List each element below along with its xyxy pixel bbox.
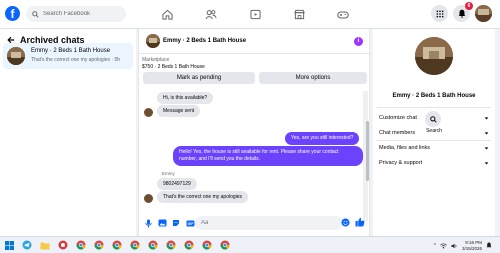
notifications-button[interactable]: 6 [453,2,473,22]
sender-avatar [144,194,153,203]
video-nav-icon[interactable] [233,0,277,29]
marketplace-nav-icon[interactable] [277,0,321,29]
chrome-icon[interactable] [75,239,87,251]
gaming-nav-icon[interactable] [321,0,365,29]
incoming-message: Message sent [157,105,201,117]
emoji-icon[interactable] [341,218,350,227]
mark-as-pending-button[interactable]: Mark as pending [143,72,255,84]
divider [377,140,491,141]
chrome-icon[interactable] [219,239,231,251]
outgoing-message: Hello! Yes, the house is still available… [173,146,363,166]
info-icon[interactable]: i [354,37,363,46]
grid-icon [436,10,443,17]
conversation-header: Emmy · 2 Beds 1 Bath House i [139,29,371,54]
chevron-down-icon [484,116,489,119]
volume-icon[interactable] [451,243,458,249]
section-media-files-links[interactable]: Media, files and links [379,142,489,154]
section-chat-members[interactable]: Chat members [379,127,489,139]
section-label: Chat members [379,130,416,136]
chrome-icon[interactable] [147,239,159,251]
incoming-message: 9802497129 [157,178,197,190]
friends-nav-icon[interactable] [189,0,233,29]
taskbar-clock[interactable]: 9:16 PM 3/15/2026 [462,240,482,251]
notification-bell-icon[interactable] [486,242,492,249]
chrome-icon[interactable] [165,239,177,251]
windows-taskbar: ^ 9:16 PM 3/15/2026 [0,236,500,253]
sender-name: Emmy [162,171,175,176]
sticker-icon[interactable] [171,218,181,228]
archived-chats-panel: Archived chats Emmy · 2 Beds 1 Bath Hous… [0,29,136,236]
outgoing-message: Yes, are you still interested? [285,132,360,145]
chrome-icon[interactable] [93,239,105,251]
telegram-icon[interactable] [21,239,33,251]
photo-icon[interactable] [157,218,167,228]
chat-list-item[interactable]: Emmy · 2 Beds 1 Bath House That's the co… [3,43,133,69]
clock-date: 3/15/2026 [461,245,482,251]
scrollbar-thumb[interactable] [366,121,369,181]
incoming-message: Hi, is this available? [157,92,214,104]
clock-time: 9:16 PM [465,240,482,245]
sender-avatar [144,108,153,117]
chevron-up-icon[interactable]: ^ [434,243,436,249]
message-composer: GIF [139,213,371,233]
home-nav-icon[interactable] [145,0,189,29]
chrome-icon[interactable] [201,239,213,251]
chat-details-panel: Emmy · 2 Beds 1 Bath House Search Custom… [373,29,495,236]
details-title: Emmy · 2 Beds 1 Bath House [392,93,476,99]
section-label: Customize chat [379,115,417,121]
chevron-down-icon [484,161,489,164]
chat-item-preview: That's the correct one my apologies · 5h [31,57,121,63]
incoming-message: That's the correct one my apologies [157,191,249,203]
windows-start-icon[interactable] [3,239,15,251]
section-customize-chat[interactable]: Customize chat [379,112,489,124]
notification-count-badge: 6 [465,2,473,10]
section-label: Privacy & support [379,160,423,166]
chat-thumbnail [7,47,25,65]
search-input[interactable] [43,11,123,17]
divider [377,107,491,108]
conversation-title[interactable]: Emmy · 2 Beds 1 Bath House [163,38,246,44]
search-icon [32,10,39,18]
chevron-down-icon [484,146,489,149]
marketplace-label: Marketplace [142,57,170,63]
message-input[interactable] [195,216,343,230]
listing-price-title[interactable]: $750 · 2 Beds 1 Bath House [142,64,205,70]
media-player-icon[interactable] [57,239,69,251]
microphone-icon[interactable] [143,218,153,228]
section-privacy-support[interactable]: Privacy & support [379,157,489,169]
more-options-button[interactable]: More options [259,72,367,84]
bell-icon [458,9,465,18]
wifi-icon[interactable] [440,242,447,249]
system-tray: ^ 9:16 PM 3/15/2026 [434,240,492,251]
profile-avatar-button[interactable] [475,5,492,22]
facebook-logo-icon[interactable]: f [5,6,20,21]
chevron-down-icon [484,131,489,134]
search-box[interactable] [26,6,126,22]
listing-photo[interactable] [415,37,453,75]
section-label: Media, files and links [379,145,431,151]
menu-grid-button[interactable] [431,5,448,22]
like-thumb-icon[interactable] [355,217,365,227]
file-explorer-icon[interactable] [39,239,51,251]
chrome-icon[interactable] [111,239,123,251]
conversation-panel: Emmy · 2 Beds 1 Bath House i Marketplace… [138,29,371,236]
conversation-avatar[interactable] [146,34,160,48]
gif-icon[interactable]: GIF [185,218,195,228]
top-navigation-bar: f 6 [0,0,500,29]
svg-text:GIF: GIF [187,222,194,226]
chrome-icon[interactable] [183,239,195,251]
chat-item-name: Emmy · 2 Beds 1 Bath House [31,48,111,54]
chrome-icon[interactable] [129,239,141,251]
